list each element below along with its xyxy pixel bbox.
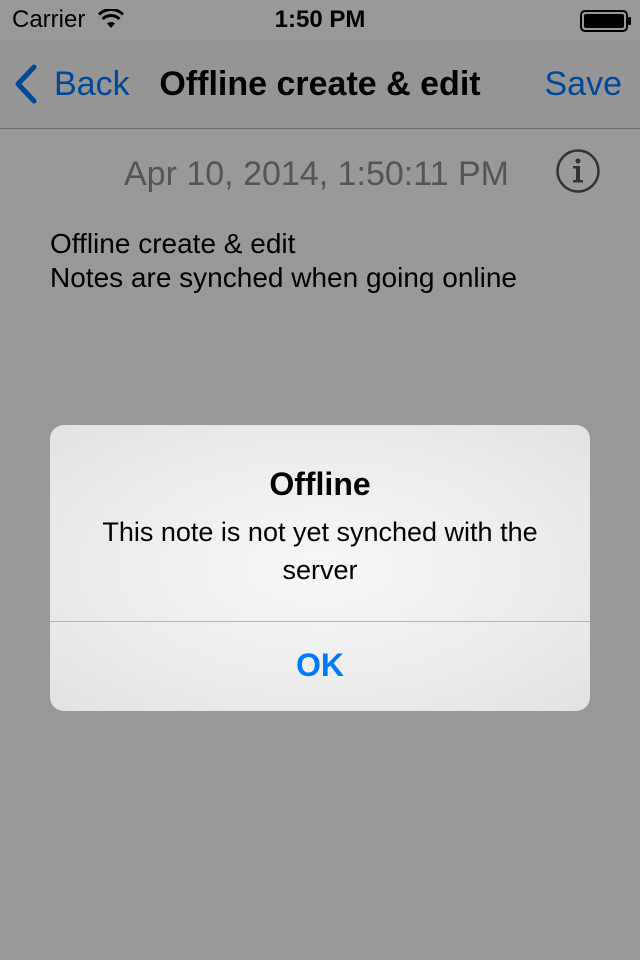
alert-title: Offline bbox=[269, 466, 371, 502]
alert-message: This note is not yet synched with the se… bbox=[102, 517, 538, 585]
offline-alert-dialog: Offline This note is not yet synched wit… bbox=[50, 425, 590, 711]
ok-button[interactable]: OK bbox=[50, 622, 590, 711]
